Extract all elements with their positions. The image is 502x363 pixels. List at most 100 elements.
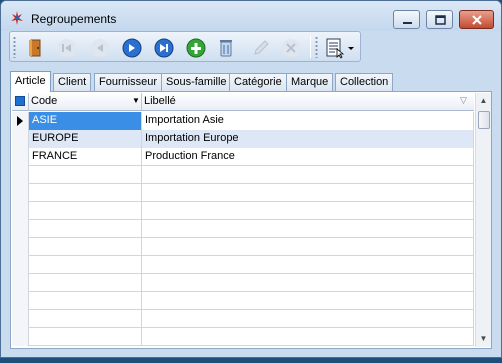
toolbar-grip[interactable] [315,36,318,58]
tab-sous-famille[interactable]: Sous-famille [161,73,232,91]
report-menu-button[interactable] [324,37,358,59]
column-header-code[interactable]: Code ▼ [29,93,142,111]
minimize-button[interactable] [393,10,420,29]
cell-libelle[interactable] [142,166,474,184]
empty-table-row[interactable] [12,310,474,328]
tab-article[interactable]: Article [10,71,51,92]
row-indicator-cell[interactable] [12,274,29,292]
cell-code[interactable] [29,184,142,202]
row-indicator-cell[interactable] [12,220,29,238]
empty-table-row[interactable] [12,238,474,256]
row-indicator-cell[interactable] [12,292,29,310]
row-indicator-cell[interactable] [12,238,29,256]
toolbar-grip[interactable] [13,36,16,58]
scroll-down-icon[interactable]: ▼ [476,331,491,346]
maximize-button[interactable] [426,10,453,29]
empty-table-row[interactable] [12,274,474,292]
row-indicator-cell[interactable] [12,148,29,166]
add-record-button[interactable] [185,37,207,59]
row-indicator-cell[interactable] [12,202,29,220]
edit-record-button[interactable] [250,37,272,59]
cancel-record-icon [282,39,300,57]
scroll-up-icon[interactable]: ▲ [476,93,491,108]
vertical-scrollbar[interactable]: ▲ ▼ [475,93,491,347]
first-record-button[interactable] [56,37,78,59]
cell-libelle[interactable] [142,310,474,328]
window-title: Regroupements [31,12,117,26]
tab-client[interactable]: Client [53,73,92,91]
exit-icon [29,39,41,57]
cell-code[interactable] [29,256,142,274]
cell-code[interactable] [29,202,142,220]
toolbar [9,31,361,62]
last-record-icon [154,38,174,58]
grid-panel: Code ▼ Libellé ▽ ASIE Importation Asie E… [10,91,492,349]
next-record-button[interactable] [121,37,143,59]
cell-code[interactable]: EUROPE [29,130,142,148]
empty-table-row[interactable] [12,256,474,274]
row-indicator-cell[interactable] [12,184,29,202]
empty-table-row[interactable] [12,328,474,346]
tab-marque[interactable]: Marque [286,73,334,91]
row-indicator-cell[interactable] [12,328,29,346]
column-header-libelle-label: Libellé [144,95,176,107]
cell-libelle[interactable]: Importation Europe [142,130,474,148]
cell-code[interactable]: FRANCE [29,148,142,166]
close-button[interactable] [459,10,494,29]
cell-code[interactable] [29,166,142,184]
tab-strip: Article Client Fournisseur Sous-famille … [10,71,490,92]
filter-icon[interactable]: ▽ [460,95,467,106]
add-record-icon [186,38,206,58]
tab-categorie[interactable]: Catégorie [229,73,287,91]
table-row[interactable]: ASIE Importation Asie [12,112,474,130]
cell-code[interactable] [29,310,142,328]
row-indicator-cell[interactable] [12,112,29,130]
edit-record-icon [254,40,269,55]
cell-libelle[interactable] [142,238,474,256]
cancel-record-button[interactable] [280,37,302,59]
cell-libelle[interactable]: Production France [142,148,474,166]
exit-button[interactable] [24,37,46,59]
scroll-thumb[interactable] [478,111,490,129]
previous-record-button[interactable] [89,37,111,59]
cell-libelle[interactable] [142,256,474,274]
empty-table-row[interactable] [12,166,474,184]
cell-libelle[interactable] [142,220,474,238]
cell-libelle[interactable] [142,328,474,346]
last-record-button[interactable] [153,37,175,59]
table-row[interactable]: FRANCE Production France [12,148,474,166]
tab-fournisseur[interactable]: Fournisseur [94,73,163,91]
cell-libelle[interactable] [142,292,474,310]
cell-code[interactable] [29,238,142,256]
table-row[interactable]: EUROPE Importation Europe [12,130,474,148]
toolbar-separator [310,36,311,58]
cell-code[interactable] [29,292,142,310]
cell-libelle[interactable]: Importation Asie [142,112,474,130]
cell-libelle[interactable] [142,202,474,220]
cell-code[interactable]: ASIE [29,112,142,130]
empty-table-row[interactable] [12,220,474,238]
delete-record-icon [220,40,232,57]
row-indicator-cell[interactable] [12,130,29,148]
empty-table-row[interactable] [12,202,474,220]
cell-libelle[interactable] [142,184,474,202]
row-indicator-cell[interactable] [12,166,29,184]
column-header-libelle[interactable]: Libellé ▽ [142,93,474,111]
select-all-icon [15,96,25,106]
row-indicator-cell[interactable] [12,256,29,274]
empty-table-row[interactable] [12,292,474,310]
select-all-cell[interactable] [12,93,29,111]
row-indicator-cell[interactable] [12,310,29,328]
delete-record-button[interactable] [215,37,237,59]
maximize-icon [435,15,446,25]
cell-code[interactable] [29,328,142,346]
empty-table-row[interactable] [12,184,474,202]
cell-code[interactable] [29,274,142,292]
previous-record-icon [91,39,109,57]
desktop-background [0,358,502,363]
cell-code[interactable] [29,220,142,238]
title-bar[interactable]: Regroupements [1,1,501,31]
column-header-code-label: Code [31,95,58,107]
tab-collection[interactable]: Collection [335,73,394,91]
cell-libelle[interactable] [142,274,474,292]
